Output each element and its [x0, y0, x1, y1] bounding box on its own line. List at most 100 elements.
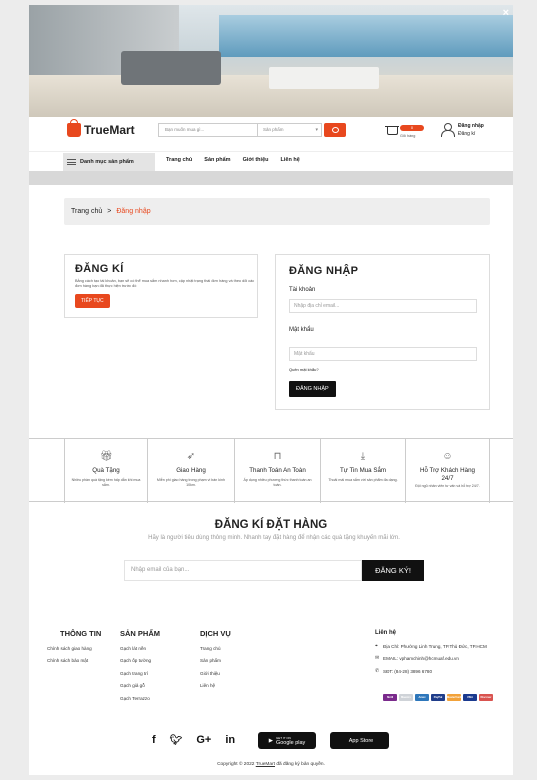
twitter-icon[interactable]: 🐦︎: [170, 735, 183, 746]
app-store-badge[interactable]: App Store: [330, 732, 389, 749]
footer-info: THÔNG TIN Chính sách giao hàng Chính sác…: [47, 629, 101, 663]
footer-link[interactable]: Chính sách giao hàng: [47, 646, 101, 651]
footer-link[interactable]: Giới thiệu: [200, 671, 231, 676]
feature-confidence: ⤓ Tự Tin Mua Sắm Thoải mái mua sắm với s…: [320, 439, 405, 503]
footer-link[interactable]: Gạch lát nền: [120, 646, 160, 651]
login-button[interactable]: ĐĂNG NHẬP: [289, 381, 336, 397]
payment-paypal-icon: PayPal: [431, 694, 445, 701]
footer-link[interactable]: Gạch ốp tường: [120, 658, 160, 663]
nav-home[interactable]: Trang chủ: [166, 157, 192, 163]
breadcrumb-current: Đăng nhập: [116, 208, 151, 215]
search-input[interactable]: Bạn muốn mua gì...: [158, 123, 258, 137]
page: × TrueMart Bạn muốn mua gì... Sản phẩm 0…: [29, 5, 513, 775]
feature-title: Giao Hàng: [176, 467, 206, 474]
google-play-badge[interactable]: ▶ GET IT ON Google play: [258, 732, 316, 749]
footer-link[interactable]: Chính sách bảo mật: [47, 658, 101, 663]
register-link[interactable]: Đăng kí: [458, 131, 475, 137]
breadcrumb: Trang chủ > Đăng nhập: [64, 198, 490, 225]
newsletter-title: ĐĂNG KÍ ĐẶT HÀNG: [214, 519, 328, 531]
footer-info-title: THÔNG TIN: [60, 629, 102, 638]
close-icon[interactable]: ×: [503, 7, 509, 19]
google-play-icon: ▶: [268, 737, 273, 744]
newsletter-email-input[interactable]: Nhập email của bạn...: [124, 560, 362, 581]
nav-products[interactable]: Sản phẩm: [204, 157, 230, 163]
lock-icon: ⊓: [273, 451, 282, 462]
contact-email[interactable]: EMAIL: vphamchinh@hcmuaf.edu.vn: [383, 656, 459, 661]
account-label: Tài khoản: [289, 287, 316, 293]
feature-support: ☺ Hỗ Trợ Khách Hàng 24/7 Đội ngũ nhân vi…: [405, 439, 490, 503]
feature-desc: Thoải mái mua sắm với sản phẩm đa dạng.: [328, 478, 398, 482]
feature-title: Thanh Toán An Toàn: [249, 467, 306, 474]
social-links: f 🐦︎ G+ in: [152, 734, 235, 746]
contact-phone[interactable]: SĐT: (84-28) 3896 6780: [383, 669, 432, 674]
footer-services: DỊCH VỤ Trang chủ Sản phẩm Giới thiệu Li…: [200, 629, 231, 688]
register-description: Bằng cách tạo tài khoản, bạn sẽ có thể m…: [75, 279, 255, 288]
copyright: Copyright © 2022 TrueMart đã đăng ký bản…: [29, 762, 513, 767]
download-icon: ⤓: [360, 451, 366, 462]
payment-maestro-icon: Maestro: [399, 694, 413, 701]
footer-link[interactable]: Sản phẩm: [200, 658, 231, 663]
search-bar: Bạn muốn mua gì... Sản phẩm: [158, 123, 346, 137]
breadcrumb-home[interactable]: Trang chủ: [71, 208, 102, 215]
footer-link[interactable]: Trang chủ: [200, 646, 231, 651]
login-panel: ĐĂNG NHẬP Tài khoản Nhập địa chỉ email..…: [275, 254, 490, 410]
forgot-password-link[interactable]: Quên mật khẩu?: [289, 367, 476, 372]
category-select[interactable]: Sản phẩm: [258, 123, 322, 137]
feature-title: Quà Tặng: [92, 467, 120, 474]
password-field[interactable]: Mật khẩu: [289, 347, 477, 361]
feature-desc: Đội ngũ nhân viên tư vấn và hỗ trợ 24/7.: [415, 484, 480, 488]
feature-title: Hỗ Trợ Khách Hàng 24/7: [420, 467, 475, 482]
copyright-brand-link[interactable]: TrueMart: [256, 762, 275, 767]
divider-bar: [29, 171, 513, 185]
register-title: ĐĂNG KÍ: [75, 263, 124, 275]
email-field[interactable]: Nhập địa chỉ email...: [289, 299, 477, 313]
linkedin-icon[interactable]: in: [225, 734, 235, 746]
feature-desc: Miễn phí giao hàng trong phạm vi bán kín…: [156, 478, 226, 487]
newsletter-subscribe-button[interactable]: ĐĂNG KÝ!: [362, 560, 424, 581]
feature-shipping: ➶ Giao Hàng Miễn phí giao hàng trong phạ…: [147, 439, 234, 503]
login-link[interactable]: Đăng nhập: [458, 123, 484, 129]
footer-contact-title: Liên hệ: [375, 630, 397, 636]
location-icon: ⌖: [375, 642, 378, 649]
feature-desc: Nhiều phần quà tặng kèm hấp dẫn khi mua …: [71, 478, 141, 487]
app-store-label: App Store: [348, 737, 374, 744]
payment-skrill-icon: Skrill: [383, 694, 397, 701]
header: TrueMart Bạn muốn mua gì... Sản phẩm 0 G…: [29, 117, 513, 151]
footer-link[interactable]: Gạch giả gỗ: [120, 683, 160, 688]
google-play-label: Google play: [275, 739, 306, 746]
rocket-icon: ➶: [186, 451, 196, 462]
payment-visa-icon: VISA: [463, 694, 477, 701]
payment-mastercard-icon: MasterCard: [447, 694, 462, 701]
cart-label: Giỏ hàng: [400, 134, 416, 138]
feature-desc: Áp dụng nhiều phương thức thanh toán an …: [243, 478, 312, 487]
footer-link[interactable]: Gạch Terrazzo: [120, 696, 160, 701]
category-menu-button[interactable]: Danh mục sản phẩm: [63, 153, 155, 171]
continue-button[interactable]: TIẾP TỤC: [75, 294, 110, 308]
user-icon: [441, 123, 455, 137]
search-button[interactable]: [324, 123, 346, 137]
google-plus-icon[interactable]: G+: [196, 734, 211, 746]
mail-icon: ✉: [375, 655, 380, 661]
feature-gift: 🎁︎ Quà Tặng Nhiều phần quà tặng kèm hấp …: [64, 439, 147, 503]
cart-icon: [385, 126, 399, 135]
facebook-icon[interactable]: f: [152, 734, 156, 746]
nav-about[interactable]: Giới thiệu: [243, 157, 269, 163]
footer-link[interactable]: Liên hệ: [200, 683, 231, 688]
footer-contact: Liên hệ ⌖ Địa Chỉ: Phường Linh Trung, TP.…: [375, 630, 487, 674]
logo[interactable]: TrueMart: [67, 119, 135, 137]
cart[interactable]: 0 Giỏ hàng: [385, 125, 425, 141]
copyright-pre: Copyright © 2022: [217, 762, 255, 767]
search-icon: [331, 127, 339, 133]
features-strip: 🎁︎ Quà Tặng Nhiều phần quà tặng kèm hấp …: [29, 438, 513, 503]
hero-banner: ×: [29, 5, 513, 117]
password-label: Mật khẩu: [289, 327, 314, 333]
footer-services-title: DỊCH VỤ: [200, 629, 231, 638]
category-menu-label: Danh mục sản phẩm: [80, 159, 134, 165]
nav-contact[interactable]: Liên hệ: [281, 157, 300, 163]
footer-link[interactable]: Gạch trang trí: [120, 671, 160, 676]
feature-payment: ⊓ Thanh Toán An Toàn Áp dụng nhiều phươn…: [234, 439, 320, 503]
shopping-bag-icon: [67, 119, 81, 137]
newsletter-subtitle: Hãy là người tiêu dùng thông minh. Nhanh…: [148, 535, 400, 541]
payment-discover-icon: Discover: [479, 694, 493, 701]
brand-name: TrueMart: [84, 123, 135, 137]
